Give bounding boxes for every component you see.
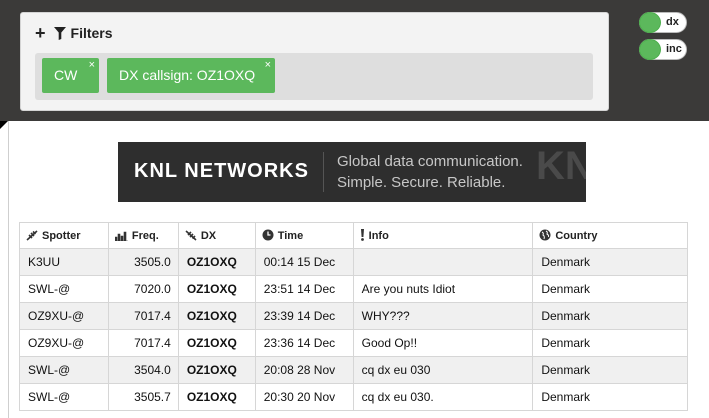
column-header-info[interactable]: Info xyxy=(352,222,534,249)
cell-spotter: SWL-@ xyxy=(19,356,109,384)
filter-tag-label: DX callsign: OZ1OXQ xyxy=(119,67,256,83)
toggle-knob xyxy=(639,39,661,60)
panel-corner xyxy=(0,121,8,129)
cell-spotter: K3UU xyxy=(19,248,109,276)
dx-toggle[interactable]: dx xyxy=(639,12,687,33)
filters-header: + Filters xyxy=(35,24,113,42)
table-row[interactable]: OZ9XU-@ 7017.4 OZ1OXQ 23:39 14 Dec WHY??… xyxy=(19,302,688,330)
cell-spotter: OZ9XU-@ xyxy=(19,329,109,357)
filter-tag-label: CW xyxy=(54,67,78,83)
cell-country: Denmark xyxy=(532,329,688,357)
table-row[interactable]: OZ9XU-@ 7017.4 OZ1OXQ 23:36 14 Dec Good … xyxy=(19,329,688,357)
column-header-freq[interactable]: Freq. xyxy=(107,222,179,249)
cell-dx: OZ1OXQ xyxy=(177,329,256,357)
cell-freq: 3505.7 xyxy=(107,383,179,411)
header-label: DX xyxy=(200,229,217,242)
cell-country: Denmark xyxy=(532,356,688,384)
banner-brand: KNL NETWORKS xyxy=(134,160,309,182)
cell-dx: OZ1OXQ xyxy=(177,275,256,303)
toggle-label: dx xyxy=(666,16,679,28)
clock-icon xyxy=(262,229,274,241)
dx-spots-table: Spotter Freq. DX Time Info Country K3UU … xyxy=(19,222,688,411)
banner-tagline-2: Simple. Secure. Reliable. xyxy=(337,174,506,191)
cell-freq: 3504.0 xyxy=(107,356,179,384)
filter-tag-dx-callsign[interactable]: DX callsign: OZ1OXQ × xyxy=(107,58,275,93)
cell-info: cq dx eu 030. xyxy=(352,383,534,411)
cell-time: 20:30 20 Nov xyxy=(254,383,354,411)
globe-icon xyxy=(539,229,551,241)
cell-dx: OZ1OXQ xyxy=(177,383,256,411)
antenna-icon xyxy=(26,229,38,241)
cell-time: 20:08 28 Nov xyxy=(254,356,354,384)
table-row[interactable]: K3UU 3505.0 OZ1OXQ 00:14 15 Dec Denmark xyxy=(19,248,688,276)
banner-tagline-1: Global data communication. xyxy=(337,153,523,170)
column-header-dx[interactable]: DX xyxy=(177,222,256,249)
filter-tags-area[interactable]: CW × DX callsign: OZ1OXQ × xyxy=(35,53,593,100)
cell-freq: 7017.4 xyxy=(107,329,179,357)
column-header-time[interactable]: Time xyxy=(254,222,354,249)
banner-watermark: KNL xyxy=(536,144,586,188)
table-row[interactable]: SWL-@ 3505.7 OZ1OXQ 20:30 20 Nov cq dx e… xyxy=(19,383,688,411)
cell-time: 23:36 14 Dec xyxy=(254,329,354,357)
cell-time: 23:39 14 Dec xyxy=(254,302,354,330)
cell-info: cq dx eu 030 xyxy=(352,356,534,384)
cell-spotter: SWL-@ xyxy=(19,275,109,303)
column-header-country[interactable]: Country xyxy=(532,222,688,249)
header-label: Time xyxy=(277,230,304,242)
cell-freq: 7017.4 xyxy=(107,302,179,330)
header-label: Info xyxy=(368,230,389,242)
cell-freq: 7020.0 xyxy=(107,275,179,303)
table-header-row: Spotter Freq. DX Time Info Country xyxy=(19,222,688,249)
filters-title: Filters xyxy=(70,25,113,41)
table-row[interactable]: SWL-@ 7020.0 OZ1OXQ 23:51 14 Dec Are you… xyxy=(19,275,688,303)
close-icon[interactable]: × xyxy=(89,48,95,83)
header-label: Spotter xyxy=(42,229,81,242)
close-icon[interactable]: × xyxy=(265,48,271,83)
cell-country: Denmark xyxy=(532,275,688,303)
header-label: Freq. xyxy=(131,229,159,242)
exclamation-icon xyxy=(360,229,365,241)
cell-info: WHY??? xyxy=(352,302,534,330)
cell-country: Denmark xyxy=(532,248,688,276)
plus-icon[interactable]: + xyxy=(35,24,46,42)
cell-dx: OZ1OXQ xyxy=(177,248,256,276)
funnel-icon xyxy=(53,26,66,40)
ad-banner[interactable]: KNL NETWORKS Global data communication. … xyxy=(118,142,586,202)
inc-toggle[interactable]: inc xyxy=(639,39,687,60)
filters-panel: + Filters CW × DX callsign: OZ1OXQ × xyxy=(20,12,609,111)
signal-bars-icon xyxy=(114,231,128,241)
cell-country: Denmark xyxy=(532,383,688,411)
cell-dx: OZ1OXQ xyxy=(177,302,256,330)
header-label: Country xyxy=(555,230,598,242)
table-row[interactable]: SWL-@ 3504.0 OZ1OXQ 20:08 28 Nov cq dx e… xyxy=(19,356,688,384)
cell-dx: OZ1OXQ xyxy=(177,356,256,384)
banner-divider xyxy=(323,152,324,192)
cell-time: 23:51 14 Dec xyxy=(254,275,354,303)
cell-freq: 3505.0 xyxy=(107,248,179,276)
antenna-icon xyxy=(185,229,197,241)
cell-spotter: OZ9XU-@ xyxy=(19,302,109,330)
cell-country: Denmark xyxy=(532,302,688,330)
cell-info xyxy=(352,248,534,276)
cell-time: 00:14 15 Dec xyxy=(254,248,354,276)
cell-info: Are you nuts Idiot xyxy=(352,275,534,303)
cell-spotter: SWL-@ xyxy=(19,383,109,411)
column-header-spotter[interactable]: Spotter xyxy=(19,222,109,249)
toggle-knob xyxy=(639,12,661,33)
filter-tag-cw[interactable]: CW × xyxy=(42,58,99,93)
toggle-label: inc xyxy=(666,43,682,55)
cell-info: Good Op!! xyxy=(352,329,534,357)
